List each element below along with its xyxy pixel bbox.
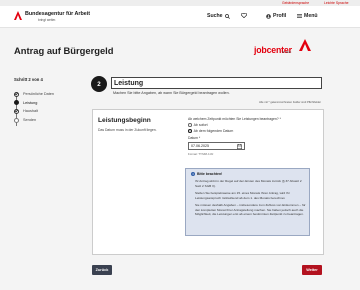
- brand-claim: bringt weiter.: [38, 18, 57, 22]
- section-title: Leistung: [111, 77, 322, 89]
- notice-box: i Bitte beachten! Ihr Antrag wirkt in de…: [185, 168, 310, 236]
- step-item-personal-data[interactable]: Persönliche Daten: [14, 90, 84, 99]
- step-item-benefit[interactable]: Leistung: [14, 99, 84, 108]
- notice-paragraph: Sie müssen deshalb Angaben – insbesonder…: [195, 202, 306, 217]
- profile-button[interactable]: Profil: [266, 13, 286, 19]
- easy-language-link[interactable]: Leichte Sprache: [324, 1, 349, 5]
- step-done-icon: [14, 108, 19, 114]
- radio-button[interactable]: [188, 123, 192, 127]
- step-navigation: Schritt 2 von 4 Persönliche Daten Leistu…: [14, 77, 84, 126]
- step-label: Senden: [23, 118, 37, 123]
- step-label: Leistung: [23, 100, 38, 105]
- step-counter: Schritt 2 von 4: [14, 77, 43, 82]
- step-item-send[interactable]: Senden: [14, 116, 84, 125]
- brand-name[interactable]: Bundesagentur für Arbeit: [25, 11, 90, 17]
- calendar-icon[interactable]: [237, 144, 242, 149]
- card-title: Leistungsbeginn: [98, 117, 151, 124]
- ba-logo-icon[interactable]: [14, 11, 22, 20]
- info-icon: i: [191, 172, 195, 176]
- notice-title: Bitte beachten!: [197, 172, 223, 176]
- notice-paragraph: Ihr Antrag wirkt in der Regel auf den Er…: [195, 179, 302, 188]
- jobcenter-logo: jobcenter Ihr Start: [254, 39, 311, 58]
- step-open-icon: [14, 117, 19, 123]
- start-question-label: Ab welchem Zeitpunkt möchten Sie Leistun…: [188, 117, 281, 121]
- notice-body: Ihr Antrag wirkt in der Regel auf den Er…: [195, 179, 307, 219]
- hamburger-icon: [297, 14, 302, 18]
- step-label: Haushalt: [23, 109, 38, 114]
- notice-paragraph: Stellen Sie beispielsweise am 15. eines …: [195, 190, 290, 200]
- radio-label: Ab sofort: [193, 123, 208, 127]
- radio-button-selected[interactable]: [188, 129, 192, 133]
- radio-label: Ab dem folgenden Datum: [193, 129, 234, 133]
- menu-button[interactable]: Menü: [297, 13, 318, 19]
- radio-immediately[interactable]: Ab sofort: [188, 123, 208, 127]
- benefit-start-card: Leistungsbeginn Das Datum muss in der Zu…: [92, 109, 324, 255]
- sign-language-link[interactable]: Gebärdensprache: [282, 1, 309, 5]
- search-label: Suche: [207, 13, 223, 19]
- step-label: Persönliche Daten: [23, 92, 55, 97]
- jobcenter-claim: Ihr Start: [282, 51, 292, 54]
- favorites-button[interactable]: [241, 13, 247, 18]
- search-icon: [224, 13, 230, 19]
- notice-header: i Bitte beachten!: [191, 172, 222, 176]
- site-header: Bundesagentur für Arbeit bringt weiter. …: [0, 6, 360, 28]
- date-format-hint: Format: TT.MM.JJJJ: [188, 152, 214, 156]
- back-button[interactable]: Zurück: [92, 265, 112, 275]
- step-item-household[interactable]: Haushalt: [14, 107, 84, 116]
- card-description: Das Datum muss in der Zukunft liegen.: [98, 128, 157, 132]
- jobcenter-mark-icon: [299, 39, 311, 51]
- step-done-icon: [14, 91, 19, 97]
- section-intro: Machen Sie bitte Angaben, ab wann Sie Bü…: [113, 91, 230, 95]
- search-button[interactable]: Suche: [207, 13, 230, 19]
- step-current-icon: [14, 100, 19, 106]
- section-number-badge: 2: [91, 76, 107, 92]
- required-fields-note: Alle mit * gekennzeichneten Felder sind …: [259, 101, 321, 104]
- profile-label: Profil: [273, 13, 287, 19]
- user-icon: [266, 13, 271, 19]
- menu-label: Menü: [304, 13, 318, 19]
- radio-from-date[interactable]: Ab dem folgenden Datum: [188, 129, 233, 133]
- page-title: Antrag auf Bürgergeld: [14, 45, 114, 56]
- date-label: Datum *: [188, 136, 201, 140]
- next-button[interactable]: Weiter: [302, 265, 322, 275]
- heart-icon: [241, 13, 247, 18]
